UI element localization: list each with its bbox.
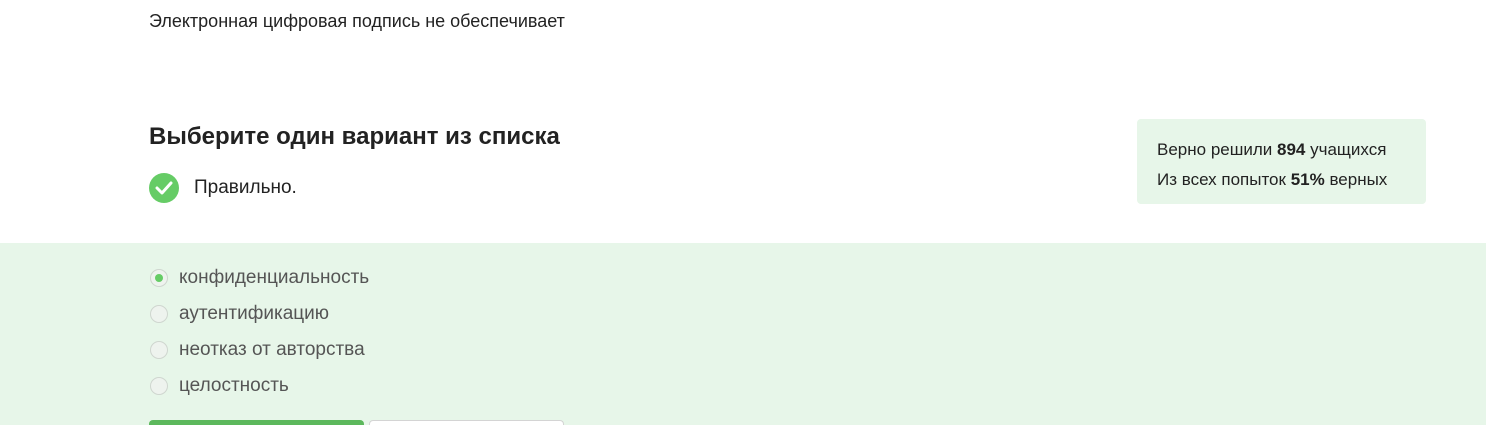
stats-attempts-prefix: Из всех попыток: [1157, 170, 1291, 189]
stats-solved-count: 894: [1277, 140, 1306, 159]
radio-button-selected[interactable]: [150, 269, 168, 287]
result-label: Правильно.: [194, 177, 297, 198]
radio-button[interactable]: [150, 341, 168, 359]
stats-solved-line: Верно решили 894 учащихся: [1157, 135, 1426, 165]
option-label[interactable]: аутентификацию: [179, 303, 329, 325]
primary-action-button[interactable]: [149, 420, 364, 425]
stats-solved-suffix: учащихся: [1305, 140, 1387, 159]
question-text: Электронная цифровая подпись не обеспечи…: [149, 11, 565, 31]
radio-button[interactable]: [150, 305, 168, 323]
stats-solved-prefix: Верно решили: [1157, 140, 1277, 159]
option-integrity[interactable]: целостность: [149, 375, 289, 397]
secondary-action-button[interactable]: [369, 420, 564, 425]
option-authentication[interactable]: аутентификацию: [149, 303, 329, 325]
option-label[interactable]: конфиденциальность: [179, 267, 369, 289]
stats-attempts-line: Из всех попыток 51% верных: [1157, 165, 1426, 195]
check-circle-icon: [149, 173, 179, 203]
instruction-heading: Выберите один вариант из списка: [149, 123, 560, 150]
stats-attempts-suffix: верных: [1324, 170, 1388, 189]
option-non-repudiation[interactable]: неотказ от авторства: [149, 339, 365, 361]
stats-box: Верно решили 894 учащихся Из всех попыто…: [1137, 119, 1426, 204]
radio-dot-icon: [155, 274, 163, 282]
step-page: Электронная цифровая подпись не обеспечи…: [0, 0, 1486, 425]
option-confidentiality[interactable]: конфиденциальность: [149, 267, 369, 289]
radio-button[interactable]: [150, 377, 168, 395]
option-label[interactable]: целостность: [179, 375, 289, 397]
result-status: Правильно.: [149, 173, 297, 203]
stats-attempts-percent: 51%: [1290, 170, 1325, 189]
option-label[interactable]: неотказ от авторства: [179, 339, 365, 361]
